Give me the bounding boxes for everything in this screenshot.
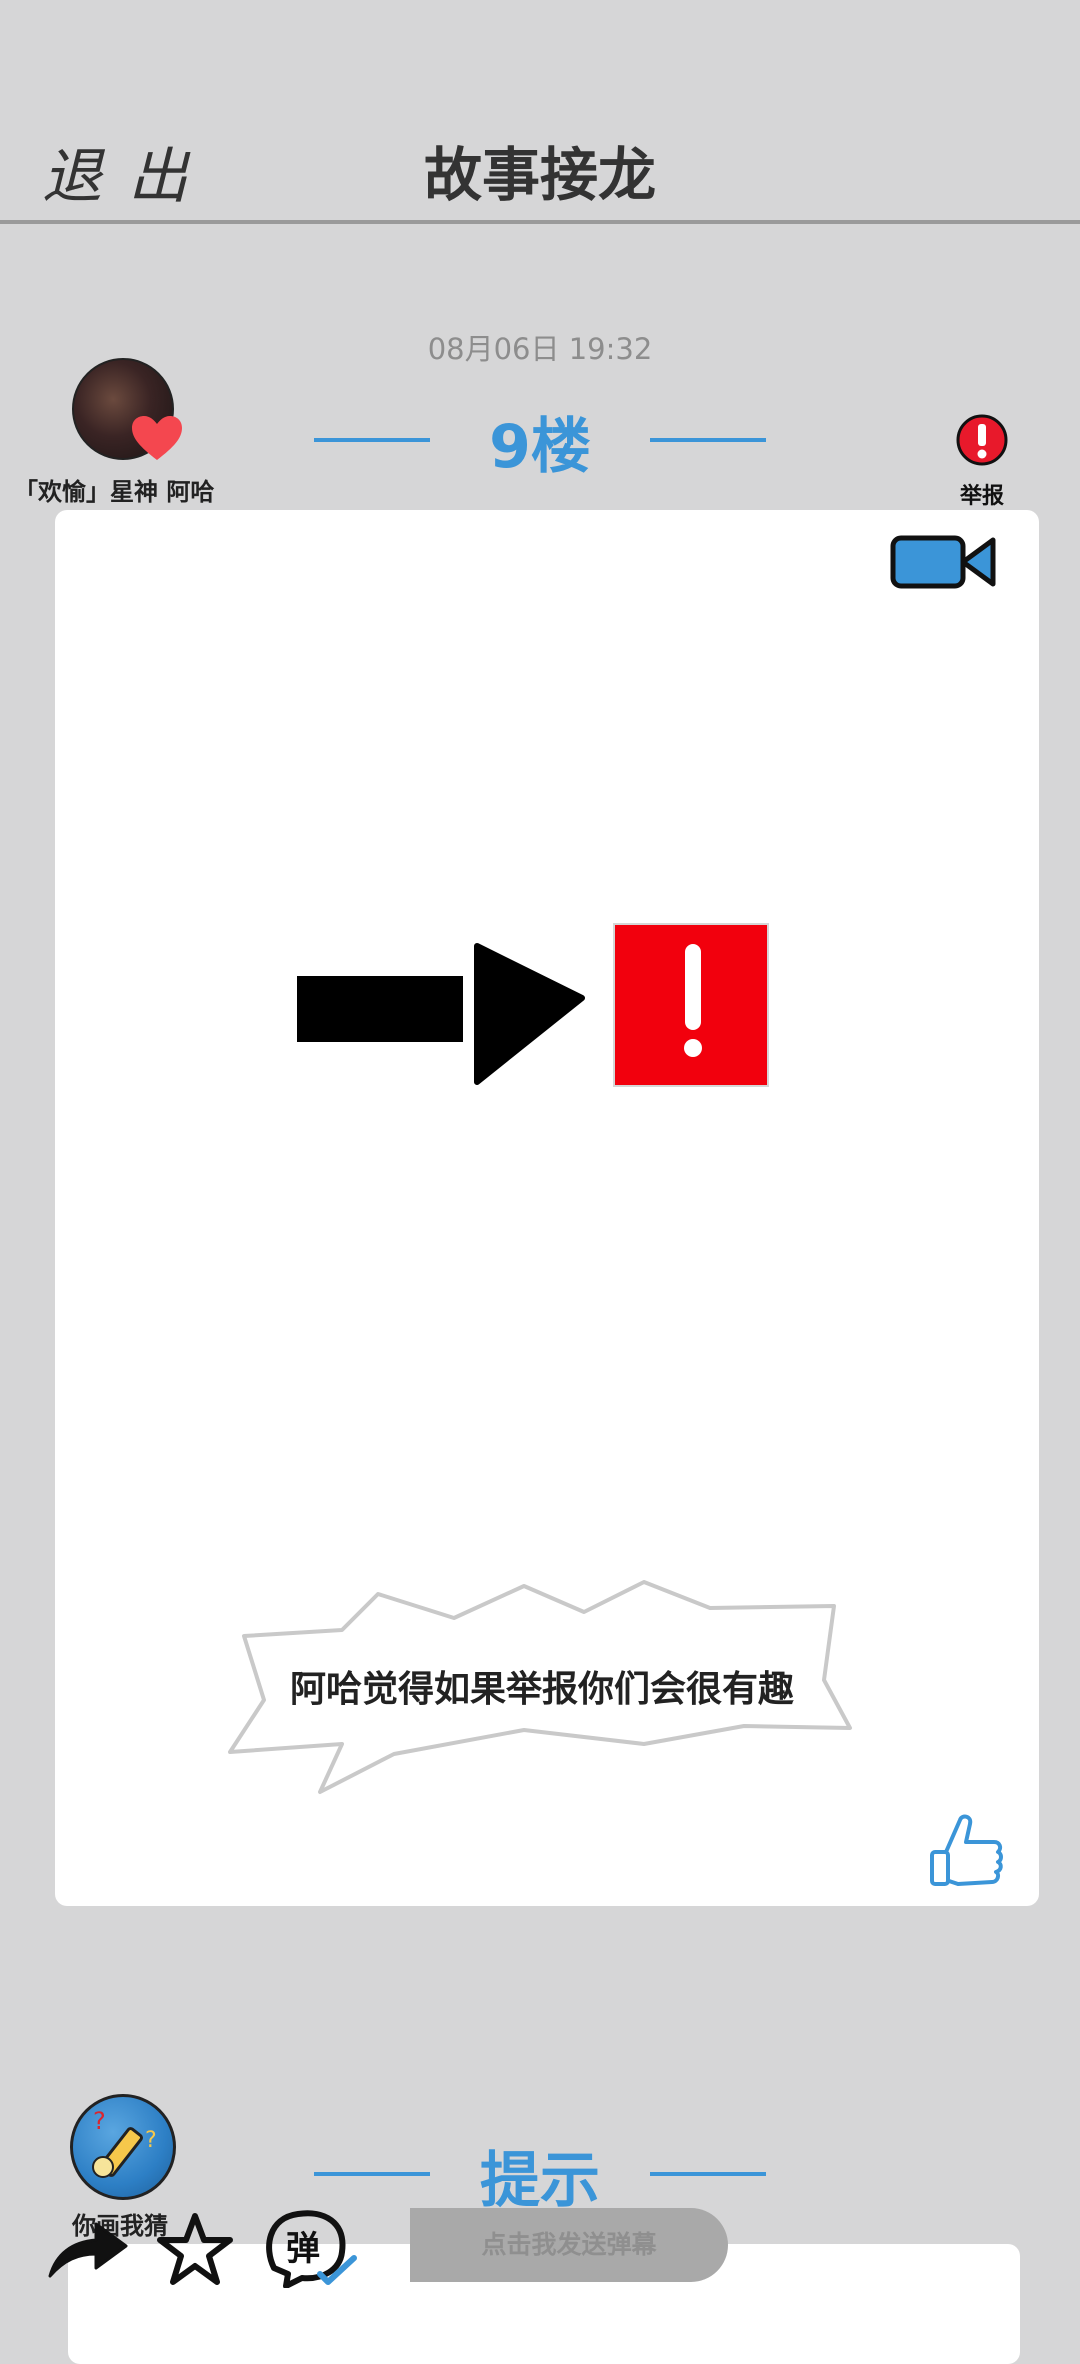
video-icon[interactable] [890,532,998,592]
share-icon[interactable] [44,2214,130,2282]
drawing-caption: 阿哈觉得如果举报你们会很有趣 [289,1669,794,1710]
star-icon[interactable] [156,2212,234,2286]
danmaku-icon[interactable]: 弹 [262,2208,362,2288]
hint-title: 提示 [480,2146,600,2216]
floor-line-right [650,438,766,442]
report-icon[interactable] [956,414,1008,472]
drawing-image [297,923,769,1087]
svg-text:?: ? [93,2107,106,2135]
danmaku-input[interactable]: 点击我发送弹幕 [410,2208,728,2282]
thumbs-up-icon[interactable] [928,1812,1004,1896]
svg-text:弹: 弹 [286,2229,320,2269]
header-divider [0,220,1080,224]
header-bar: 退出 故事接龙 [0,0,1080,224]
floor-number: 9楼 [489,412,591,482]
post-timestamp: 08月06日 19:32 [427,332,653,366]
page-title: 故事接龙 [423,141,656,209]
report-button-label[interactable]: 举报 [940,478,1024,510]
hint-line-right [650,2172,766,2176]
